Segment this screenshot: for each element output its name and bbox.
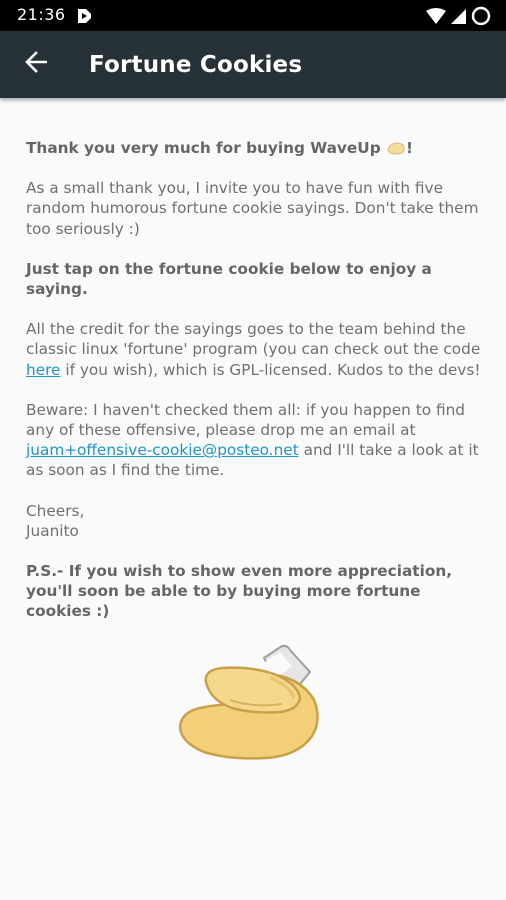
email-link[interactable]: juam+offensive-cookie@posteo.net xyxy=(26,441,299,459)
thanks-text: Thank you very much for buying WaveUp xyxy=(26,139,381,157)
signoff-paragraph: Cheers, Juanito xyxy=(26,501,486,541)
thanks-suffix: ! xyxy=(405,139,413,157)
message-body: Thank you very much for buying WaveUp ! … xyxy=(26,138,486,642)
app-bar: Fortune Cookies xyxy=(0,31,506,98)
small-cookie-icon xyxy=(386,140,406,155)
source-code-link[interactable]: here xyxy=(26,361,60,379)
fortune-cookie-button[interactable] xyxy=(170,638,326,764)
intro-paragraph: As a small thank you, I invite you to ha… xyxy=(26,179,479,238)
status-time: 21:36 xyxy=(17,5,66,24)
thanks-paragraph: Thank you very much for buying WaveUp ! xyxy=(26,138,486,158)
instruction-paragraph: Just tap on the fortune cookie below to … xyxy=(26,259,432,299)
cell-signal-icon xyxy=(450,8,466,25)
back-button[interactable] xyxy=(14,42,58,86)
beware-paragraph: Beware: I haven't checked them all: if y… xyxy=(26,400,486,481)
page-title: Fortune Cookies xyxy=(89,52,303,78)
app-notification-icon xyxy=(74,6,94,26)
signoff-line-1: Cheers, xyxy=(26,501,85,520)
fortune-cookie-icon xyxy=(170,644,326,768)
ps-paragraph: P.S.- If you wish to show even more appr… xyxy=(26,562,453,621)
arrow-back-icon xyxy=(25,51,48,77)
wifi-icon xyxy=(426,7,446,25)
credit-paragraph: All the credit for the sayings goes to t… xyxy=(26,319,486,380)
beware-text-1: Beware: I haven't checked them all: if y… xyxy=(26,400,466,440)
credit-text-2: if you wish), which is GPL-licensed. Kud… xyxy=(60,360,481,379)
status-bar: 21:36 xyxy=(0,0,506,31)
battery-icon xyxy=(470,6,492,26)
credit-text-1: All the credit for the sayings goes to t… xyxy=(26,320,481,359)
signoff-line-2: Juanito xyxy=(26,521,79,540)
